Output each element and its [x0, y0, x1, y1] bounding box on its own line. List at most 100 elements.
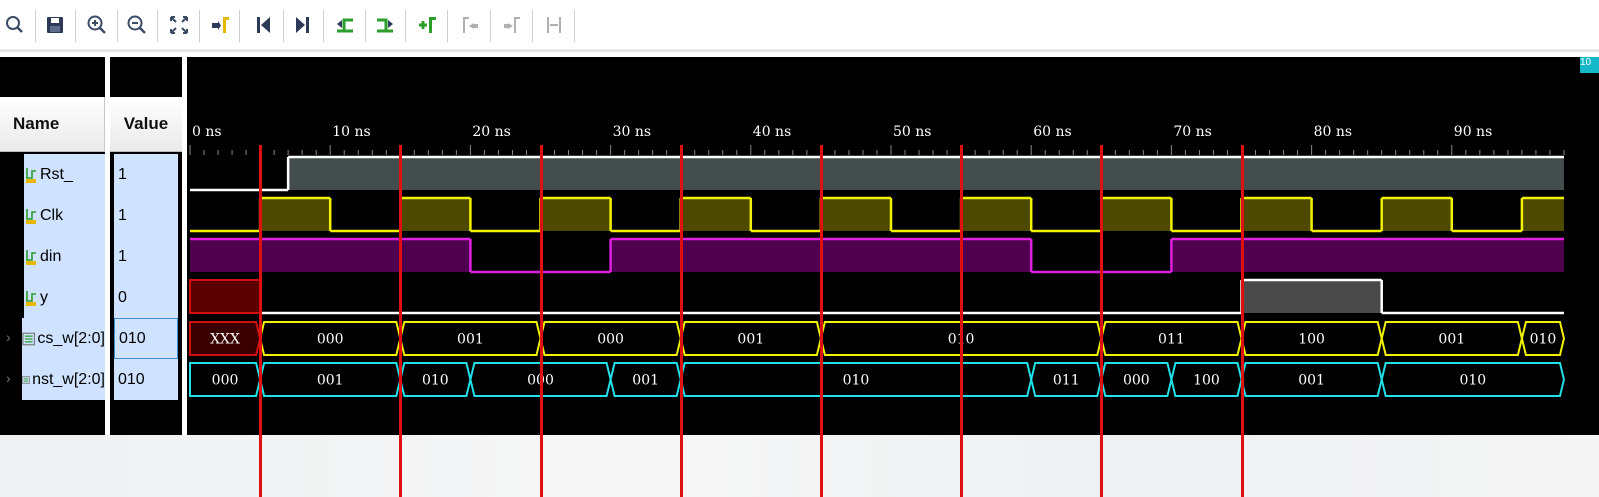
toolbar-separator: [532, 10, 533, 42]
bus-value-label: 100: [1298, 332, 1325, 348]
bus-value-label: 001: [737, 332, 764, 348]
save-button[interactable]: [40, 6, 70, 44]
bus-value-label: 010: [843, 373, 870, 389]
name-column-header[interactable]: Name: [0, 97, 105, 152]
signal-value-rst[interactable]: 1: [114, 154, 178, 195]
signal-name-row-din[interactable]: din: [24, 236, 105, 277]
waveform-din[interactable]: [190, 237, 1564, 274]
waveform-toolbar: [0, 0, 1599, 52]
signal-name-label: cs_w[2:0]: [37, 329, 105, 347]
logic-signal-icon: [26, 249, 36, 265]
toolbar-separator: [35, 10, 36, 42]
signal-name-row-cs-w[interactable]: cs_w[2:0]: [22, 318, 105, 359]
next-marker-button[interactable]: [497, 6, 527, 44]
signal-value-panel: Value 1 1 1 0 010 010: [110, 57, 182, 435]
toolbar-separator: [405, 10, 406, 42]
bus-value-label: XXX: [210, 332, 240, 348]
waveform-y[interactable]: [189, 278, 1564, 315]
signal-name-label: Clk: [40, 206, 64, 224]
next-transition-button[interactable]: [370, 6, 400, 44]
signal-name-row-rst[interactable]: Rst_: [24, 154, 105, 195]
go-to-end-button[interactable]: [288, 6, 318, 44]
signal-name-row-y[interactable]: y: [24, 277, 105, 318]
signal-name-row-nst-w[interactable]: nst_w[2:0]: [22, 359, 105, 400]
add-marker-icon: [419, 17, 436, 33]
toolbar-separator: [365, 10, 366, 42]
logic-signal-icon: [26, 167, 36, 183]
bus-value-label: 011: [1158, 332, 1185, 348]
zoom-in-icon: [87, 15, 106, 34]
expand-chevron-icon[interactable]: ›: [6, 370, 11, 386]
signal-value-cs-w[interactable]: 010: [114, 318, 178, 359]
signal-value-y[interactable]: 0: [114, 277, 178, 318]
next-transition-icon: [377, 18, 393, 33]
bus-value-label: 011: [1053, 373, 1080, 389]
time-tick-label: 30 ns: [613, 124, 651, 140]
bus-value-label: 001: [1298, 373, 1325, 389]
time-tick-label: 10 ns: [332, 124, 370, 140]
save-icon: [47, 17, 63, 33]
toolbar-separator: [117, 10, 118, 42]
zoom-out-icon: [127, 15, 146, 34]
toolbar-separator: [447, 10, 448, 42]
go-to-start-button[interactable]: [248, 6, 278, 44]
go-to-start-icon: [257, 17, 270, 33]
waveform-cs-w[interactable]: XXX 000 001 000 001 010 011 100 001 010: [189, 321, 1565, 356]
bus-value-label: 001: [1438, 332, 1465, 348]
waveform-nst-w[interactable]: 000 001 010 000 001 010 011 000 100 001 010: [189, 362, 1565, 397]
bus-value-label: 001: [632, 373, 659, 389]
time-tick-label: 70 ns: [1173, 124, 1211, 140]
zoom-fit-button[interactable]: [164, 6, 194, 44]
search-icon: [6, 16, 23, 33]
signal-name-label: din: [40, 247, 62, 265]
toolbar-separator: [323, 10, 324, 42]
name-column-header-label: Name: [13, 114, 60, 133]
value-column-header[interactable]: Value: [110, 97, 182, 152]
bus-value-label: 010: [1459, 373, 1486, 389]
toolbar-separator: [239, 10, 240, 42]
add-marker-button[interactable]: [412, 6, 442, 44]
zoom-fit-icon: [170, 16, 188, 34]
previous-transition-button[interactable]: [330, 6, 360, 44]
signal-name-panel: Name Rst_ Clk din y › cs_w[2:0] › nst_w[2:0]: [0, 57, 105, 435]
signal-value-clk[interactable]: 1: [114, 195, 178, 236]
zoom-out-button[interactable]: [122, 6, 152, 44]
go-to-cursor-button[interactable]: [204, 6, 234, 44]
bus-value-label: 001: [317, 373, 344, 389]
search-button[interactable]: [0, 6, 30, 44]
bus-value-label: 010: [422, 373, 449, 389]
waveform-canvas[interactable]: 0 ns 10 ns 20 ns 30 ns 40 ns 50 ns 60 ns 70 ns 8…: [187, 57, 1599, 435]
signal-value-nst-w[interactable]: 010: [114, 359, 178, 400]
bus-value-label: 010: [1530, 332, 1557, 348]
time-tick-label: 90 ns: [1454, 124, 1492, 140]
waveform-clk[interactable]: [190, 196, 1564, 233]
toolbar-separator: [490, 10, 491, 42]
waveform-svg[interactable]: 0 ns 10 ns 20 ns 30 ns 40 ns 50 ns 60 ns 70 ns 8…: [187, 57, 1599, 435]
bus-value-label: 000: [317, 332, 344, 348]
bus-value-label: 001: [457, 332, 484, 348]
expand-chevron-icon[interactable]: ›: [6, 329, 11, 345]
signal-name-row-clk[interactable]: Clk: [24, 195, 105, 236]
time-tick-label: 80 ns: [1314, 124, 1352, 140]
time-tick-label: 60 ns: [1033, 124, 1071, 140]
signal-name-label: Rst_: [40, 165, 73, 183]
time-tick-label: 50 ns: [893, 124, 931, 140]
time-tick-label: 0 ns: [192, 124, 222, 140]
bus-value-label: 000: [1123, 373, 1150, 389]
bus-value-label: 000: [597, 332, 624, 348]
bus-signal-icon: [22, 332, 36, 345]
previous-transition-icon: [337, 18, 353, 33]
previous-marker-button[interactable]: [455, 6, 485, 44]
toolbar-separator: [75, 10, 76, 42]
signal-value-din[interactable]: 1: [114, 236, 178, 277]
bus-value-label: 000: [212, 373, 239, 389]
logic-signal-icon: [26, 208, 36, 224]
time-tick-label: 40 ns: [753, 124, 791, 140]
time-tick-label: 20 ns: [472, 124, 510, 140]
swap-cursors-button[interactable]: [539, 6, 569, 44]
toolbar-separator: [574, 10, 575, 42]
logic-signal-icon: [26, 290, 36, 306]
zoom-in-button[interactable]: [82, 6, 112, 44]
waveform-rst[interactable]: [190, 155, 1564, 192]
value-column-header-label: Value: [123, 114, 169, 133]
